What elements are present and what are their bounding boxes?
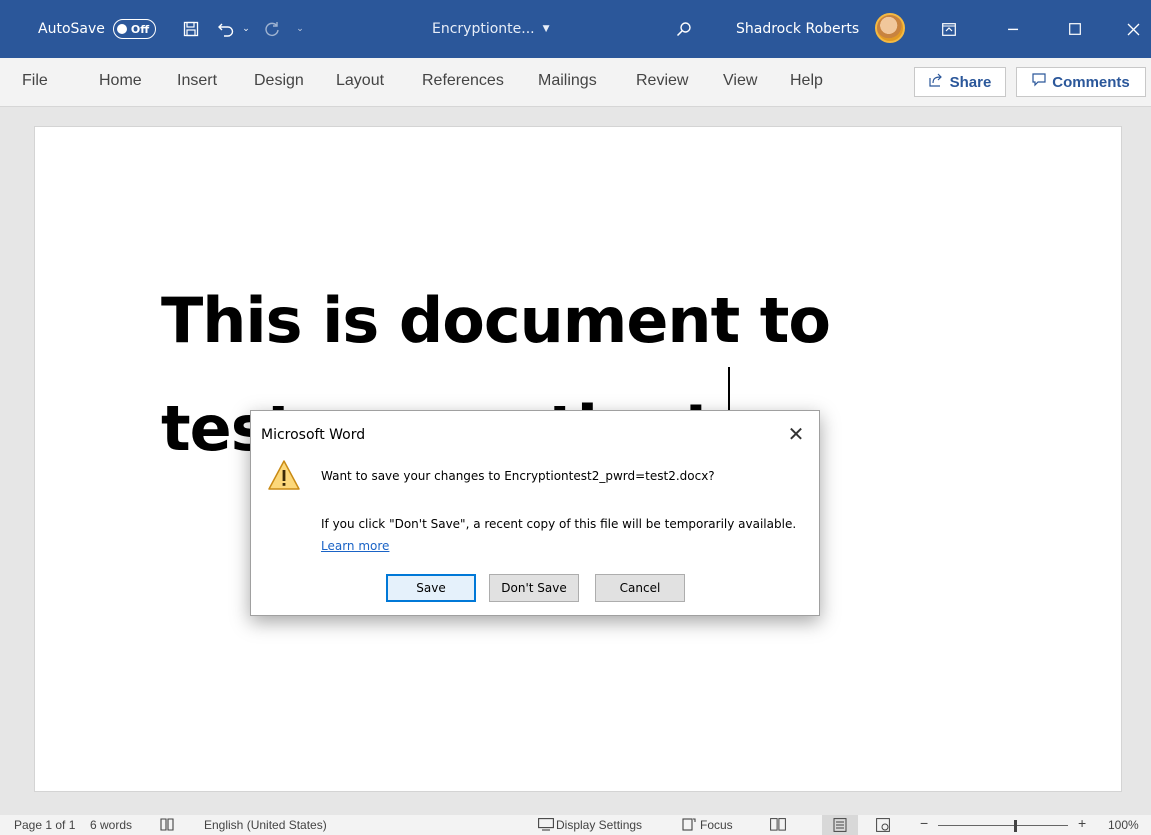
word-count[interactable]: 6 words (90, 818, 132, 832)
dialog-title: Microsoft Word (261, 427, 366, 443)
print-layout-icon[interactable] (833, 818, 847, 835)
dialog-message: Want to save your changes to Encryptiont… (321, 469, 715, 483)
save-changes-dialog: Microsoft Word ✕ Want to save your chang… (250, 410, 820, 616)
comments-label: Comments (1052, 73, 1130, 91)
tab-view[interactable]: View (723, 72, 757, 90)
autosave-label: AutoSave (38, 21, 105, 37)
zoom-out-button[interactable]: − (920, 815, 928, 831)
comment-icon (1032, 73, 1046, 91)
share-label: Share (949, 73, 992, 91)
minimize-icon[interactable]: ─ (990, 0, 1036, 58)
dont-save-button[interactable]: Don't Save (489, 574, 579, 602)
share-button[interactable]: Share (914, 67, 1006, 97)
close-icon[interactable] (1110, 0, 1151, 58)
undo-dropdown-icon[interactable]: ⌄ (236, 0, 256, 58)
tab-home[interactable]: Home (99, 72, 142, 90)
proofing-icon[interactable] (160, 818, 174, 834)
display-settings-icon[interactable] (538, 818, 554, 834)
share-icon (929, 73, 944, 91)
zoom-in-button[interactable]: + (1078, 815, 1086, 831)
read-mode-icon[interactable] (770, 818, 786, 834)
undo-icon[interactable] (216, 0, 236, 58)
cancel-button[interactable]: Cancel (595, 574, 685, 602)
document-line-1: This is document to (161, 284, 831, 357)
title-bar: AutoSave Off ⌄ ⌄ Encryptionte... ▼ Shadr… (0, 0, 1151, 58)
redo-icon (262, 0, 282, 58)
tab-insert[interactable]: Insert (177, 72, 217, 90)
status-bar: Page 1 of 1 6 words English (United Stat… (0, 815, 1151, 835)
comments-button[interactable]: Comments (1016, 67, 1146, 97)
focus-icon[interactable] (682, 818, 696, 834)
page-count[interactable]: Page 1 of 1 (14, 818, 75, 832)
tab-review[interactable]: Review (636, 72, 688, 90)
warning-icon (267, 459, 301, 495)
tab-references[interactable]: References (422, 72, 504, 90)
ribbon-display-options-icon[interactable] (926, 0, 972, 58)
tab-layout[interactable]: Layout (336, 72, 384, 90)
search-icon[interactable] (674, 0, 694, 58)
document-title-text: Encryptionte... (432, 21, 535, 37)
customize-toolbar-icon[interactable]: ⌄ (290, 0, 310, 58)
tab-mailings[interactable]: Mailings (538, 72, 597, 90)
save-icon[interactable] (181, 0, 201, 58)
maximize-icon[interactable] (1052, 0, 1098, 58)
display-settings-button[interactable]: Display Settings (556, 818, 642, 832)
toggle-knob (116, 24, 127, 34)
tab-help[interactable]: Help (790, 72, 823, 90)
learn-more-link[interactable]: Learn more (321, 539, 389, 553)
chevron-down-icon: ▼ (542, 24, 550, 34)
tab-file[interactable]: File (22, 72, 48, 90)
zoom-slider-thumb[interactable] (1014, 820, 1017, 832)
save-button[interactable]: Save (386, 574, 476, 602)
autosave-control[interactable]: AutoSave Off (38, 0, 157, 58)
tab-design[interactable]: Design (254, 72, 304, 90)
autosave-state: Off (130, 22, 150, 36)
user-name[interactable]: Shadrock Roberts (736, 0, 859, 58)
avatar[interactable] (875, 13, 905, 43)
language-status[interactable]: English (United States) (204, 818, 327, 832)
dialog-close-icon[interactable]: ✕ (781, 419, 811, 449)
document-title[interactable]: Encryptionte... ▼ (432, 0, 550, 58)
zoom-slider-track[interactable] (938, 825, 1068, 826)
dialog-info: If you click "Don't Save", a recent copy… (321, 517, 797, 531)
focus-button[interactable]: Focus (700, 818, 733, 832)
ribbon-tabs: File Home Insert Design Layout Reference… (0, 58, 1151, 107)
text-cursor (728, 367, 730, 415)
web-layout-icon[interactable] (876, 818, 890, 835)
autosave-toggle[interactable]: Off (112, 19, 157, 39)
zoom-level[interactable]: 100% (1108, 818, 1139, 832)
